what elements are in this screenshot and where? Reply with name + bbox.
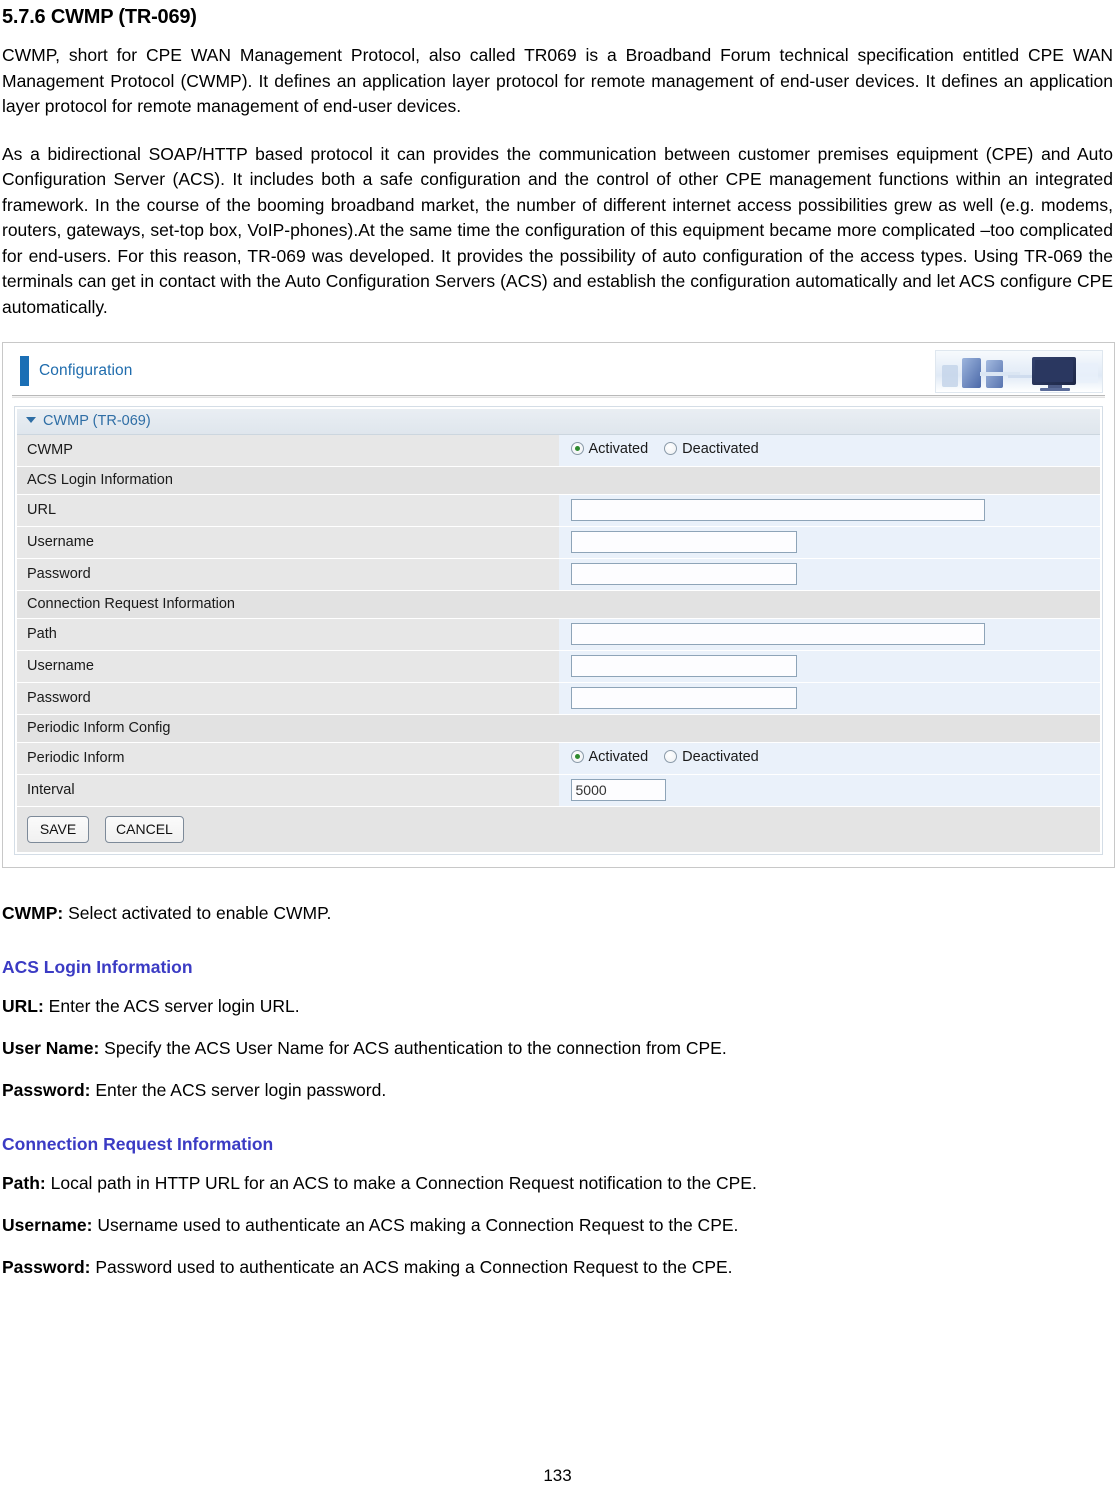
- table-row-cwmp: CWMP Activated Deactivated: [17, 434, 1100, 467]
- desc-url-term: URL:: [2, 996, 44, 1016]
- row-label-acs-username: Username: [17, 526, 559, 559]
- desc-conn-password-term: Password:: [2, 1257, 91, 1277]
- intro-paragraph-1: CWMP, short for CPE WAN Management Proto…: [2, 45, 1113, 116]
- table-row-path: Path: [17, 618, 1100, 651]
- office-photo-decoration: [935, 350, 1103, 393]
- cwmp-radio-group[interactable]: Activated Deactivated: [570, 440, 759, 457]
- panel-title-label: CWMP (TR-069): [43, 413, 151, 430]
- desc-user-name-term: User Name:: [2, 1038, 100, 1058]
- panel-title-bar[interactable]: CWMP (TR-069): [17, 409, 1100, 435]
- table-row-periodic-inform: Periodic Inform Activated Deactivated: [17, 742, 1100, 775]
- row-value-path: [558, 618, 1100, 651]
- table-row-acs-password: Password: [17, 558, 1100, 591]
- action-bar: SAVE CANCEL: [17, 806, 1100, 852]
- group-label-acs-login: ACS Login Information: [17, 466, 1100, 495]
- path-input[interactable]: [570, 623, 985, 645]
- desc-path: Path: Local path in HTTP URL for an ACS …: [2, 1172, 1113, 1195]
- row-label-conn-username: Username: [17, 650, 559, 683]
- descriptions-block: CWMP: Select activated to enable CWMP. A…: [2, 902, 1113, 1279]
- ui-header: Configuration: [10, 349, 1107, 393]
- cancel-button[interactable]: CANCEL: [105, 815, 184, 843]
- desc-cwmp-term: CWMP:: [2, 903, 64, 923]
- row-label-periodic-inform: Periodic Inform: [17, 742, 559, 775]
- row-value-cwmp: Activated Deactivated: [558, 434, 1100, 467]
- header-accent-bar: [20, 356, 29, 386]
- conn-username-input[interactable]: [570, 655, 797, 677]
- cwmp-radio-deactivated[interactable]: Deactivated: [664, 441, 759, 457]
- desc-conn-username: Username: Username used to authenticate …: [2, 1214, 1113, 1237]
- cwmp-radio-activated[interactable]: Activated: [570, 440, 649, 457]
- desc-acs-password-text: Enter the ACS server login password.: [90, 1080, 387, 1100]
- interval-input[interactable]: [570, 779, 666, 801]
- cwmp-config-table: CWMP (TR-069) CWMP Activated Deactivated…: [17, 409, 1100, 852]
- group-label-connection-request: Connection Request Information: [17, 590, 1100, 619]
- desc-path-text: Local path in HTTP URL for an ACS to mak…: [45, 1173, 757, 1193]
- row-label-conn-password: Password: [17, 682, 559, 715]
- radio-selected-icon[interactable]: [570, 442, 584, 456]
- group-header-periodic-inform-config: Periodic Inform Config: [17, 714, 1100, 743]
- desc-conn-username-text: Username used to authenticate an ACS mak…: [92, 1215, 739, 1235]
- row-label-interval: Interval: [17, 774, 559, 807]
- cwmp-radio-deactivated-label: Deactivated: [682, 440, 759, 457]
- row-label-acs-url: URL: [17, 494, 559, 527]
- desc-conn-username-term: Username:: [2, 1215, 93, 1235]
- desc-url-text: Enter the ACS server login URL.: [43, 996, 300, 1016]
- acs-password-input[interactable]: [570, 563, 797, 585]
- header-divider: [12, 395, 1105, 398]
- periodic-inform-radio-group[interactable]: Activated Deactivated: [570, 748, 759, 765]
- table-row-interval: Interval: [17, 774, 1100, 807]
- desc-cwmp-text: Select activated to enable CWMP.: [63, 903, 332, 923]
- table-row-conn-password: Password: [17, 682, 1100, 715]
- periodic-inform-radio-activated-label: Activated: [588, 748, 649, 765]
- row-value-acs-password: [558, 558, 1100, 591]
- row-value-conn-username: [558, 650, 1100, 683]
- desc-user-name-text: Specify the ACS User Name for ACS authen…: [99, 1038, 727, 1058]
- desc-path-term: Path:: [2, 1173, 46, 1193]
- periodic-inform-radio-activated[interactable]: Activated: [570, 748, 649, 765]
- conn-password-input[interactable]: [570, 687, 797, 709]
- row-value-periodic-inform: Activated Deactivated: [558, 742, 1100, 775]
- acs-username-input[interactable]: [570, 531, 797, 553]
- row-label-path: Path: [17, 618, 559, 651]
- desc-acs-password: Password: Enter the ACS server login pas…: [2, 1079, 1113, 1102]
- group-header-connection-request: Connection Request Information: [17, 590, 1100, 619]
- cwmp-radio-activated-label: Activated: [588, 440, 649, 457]
- document-page: 5.7.6 CWMP (TR-069) CWMP, short for CPE …: [0, 6, 1115, 1496]
- group-label-periodic-inform-config: Periodic Inform Config: [17, 714, 1100, 743]
- table-row-conn-username: Username: [17, 650, 1100, 683]
- radio-unselected-icon[interactable]: [664, 750, 678, 764]
- ui-body: CWMP (TR-069) CWMP Activated Deactivated…: [14, 406, 1103, 855]
- ui-header-title: Configuration: [39, 362, 133, 379]
- save-button[interactable]: SAVE: [27, 815, 89, 843]
- heading-connection-request-information: Connection Request Information: [2, 1134, 274, 1154]
- row-label-cwmp: CWMP: [17, 434, 559, 467]
- page-title: 5.7.6 CWMP (TR-069): [2, 6, 197, 28]
- group-header-acs-login: ACS Login Information: [17, 466, 1100, 495]
- desc-conn-password-text: Password used to authenticate an ACS mak…: [90, 1257, 733, 1277]
- page-number: 133: [543, 1466, 572, 1485]
- heading-acs-login-information: ACS Login Information: [2, 957, 193, 977]
- acs-url-input[interactable]: [570, 499, 985, 521]
- row-value-conn-password: [558, 682, 1100, 715]
- row-value-interval: [558, 774, 1100, 807]
- router-ui-screenshot: Configuration CWMP (TR-069) CWMP Activat…: [2, 342, 1115, 868]
- desc-acs-password-term: Password:: [2, 1080, 91, 1100]
- desc-cwmp: CWMP: Select activated to enable CWMP.: [2, 902, 1113, 925]
- row-value-acs-username: [558, 526, 1100, 559]
- desc-url: URL: Enter the ACS server login URL.: [2, 995, 1113, 1018]
- periodic-inform-radio-deactivated-label: Deactivated: [682, 748, 759, 765]
- chevron-down-icon[interactable]: [26, 417, 36, 424]
- table-row-acs-username: Username: [17, 526, 1100, 559]
- desc-conn-password: Password: Password used to authenticate …: [2, 1256, 1113, 1279]
- row-value-acs-url: [558, 494, 1100, 527]
- desc-user-name: User Name: Specify the ACS User Name for…: [2, 1037, 1113, 1060]
- row-label-acs-password: Password: [17, 558, 559, 591]
- intro-paragraph-2: As a bidirectional SOAP/HTTP based proto…: [2, 143, 1113, 317]
- radio-selected-icon[interactable]: [570, 750, 584, 764]
- radio-unselected-icon[interactable]: [664, 442, 678, 456]
- table-row-acs-url: URL: [17, 494, 1100, 527]
- periodic-inform-radio-deactivated[interactable]: Deactivated: [664, 749, 759, 765]
